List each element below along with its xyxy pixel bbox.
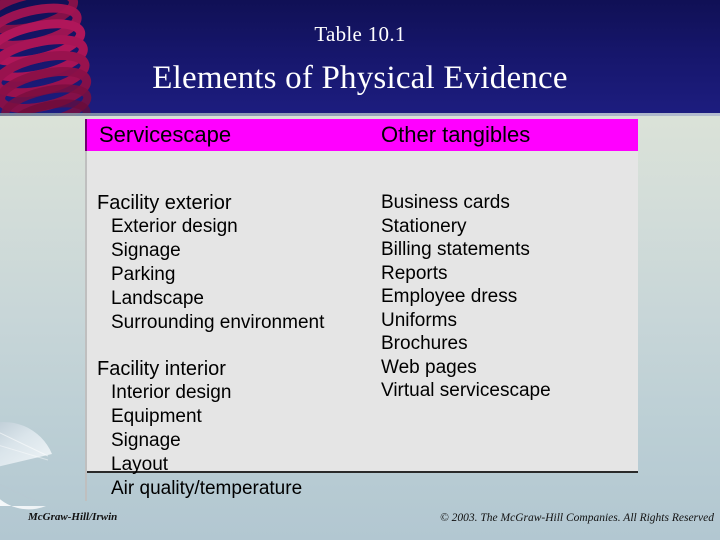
slide: Table 10.1 Elements of Physical Evidence… (0, 0, 720, 540)
list-item: Interior design (111, 382, 232, 403)
list-item: Layout (111, 454, 169, 475)
list-item: Air quality/temperature (111, 478, 303, 499)
servicescape-column: Facility exterior Exterior design Signag… (87, 151, 372, 501)
elements-of-physical-evidence-table: Servicescape Other tangibles Facility ex… (85, 119, 638, 501)
list-item: Equipment (111, 406, 202, 427)
other-tangibles-column: Business cards Stationery Billing statem… (372, 151, 638, 501)
slide-header-band: Table 10.1 Elements of Physical Evidence (0, 0, 720, 116)
page-title: Elements of Physical Evidence (152, 60, 568, 96)
list-item: Employee dress (381, 286, 518, 307)
list-item: Virtual servicescape (381, 380, 551, 401)
list-item: Web pages (381, 356, 477, 378)
list-item: Landscape (111, 288, 204, 309)
title-block: Table 10.1 Elements of Physical Evidence (0, 0, 720, 95)
list-item: Billing statements (381, 239, 530, 260)
group-heading: Facility interior (97, 358, 226, 380)
group-facility-interior: Facility interior Interior design Equipm… (97, 357, 372, 501)
copyright-notice: © 2003. The McGraw-Hill Companies. All R… (440, 512, 714, 524)
list-item: Signage (111, 430, 181, 451)
list-item: Stationery (381, 215, 467, 237)
list-item: Parking (111, 264, 176, 285)
group-facility-exterior: Facility exterior Exterior design Signag… (97, 191, 372, 335)
list-item: Brochures (381, 333, 468, 354)
column-header-other-tangibles: Other tangibles (381, 122, 531, 147)
group-heading: Facility exterior (97, 192, 232, 214)
list-item: Business cards (381, 192, 510, 213)
list-item: Signage (111, 240, 181, 261)
publisher-credit: McGraw-Hill/Irwin (28, 511, 118, 523)
table-body-row: Facility exterior Exterior design Signag… (85, 151, 638, 501)
column-header-servicescape: Servicescape (99, 122, 232, 147)
table-number: Table 10.1 (314, 22, 406, 46)
list-item: Exterior design (111, 216, 238, 237)
table-header-row: Servicescape Other tangibles (85, 119, 638, 151)
list-item: Reports (381, 262, 448, 284)
list-item: Surrounding environment (111, 312, 325, 333)
list-item: Uniforms (381, 309, 458, 331)
